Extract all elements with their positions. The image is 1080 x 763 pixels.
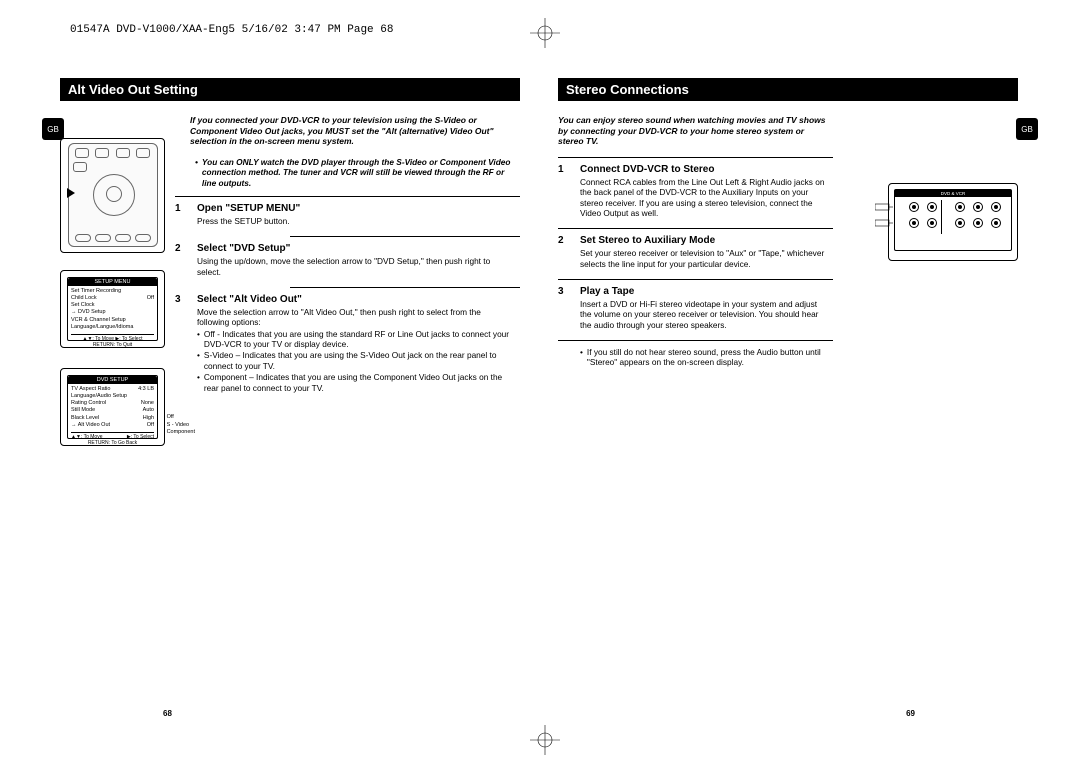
illus-setup-menu: SETUP MENU Set Timer Recording Child Loc… bbox=[60, 270, 165, 348]
rca-plug-icon bbox=[875, 202, 893, 212]
page-number-left: 68 bbox=[163, 709, 172, 718]
step-num: 3 bbox=[558, 286, 570, 330]
page-right: Stereo Connections You can enjoy stereo … bbox=[558, 78, 1018, 718]
step-title: Connect DVD-VCR to Stereo bbox=[580, 164, 827, 175]
illus-rear-panel: DVD & VCR bbox=[888, 183, 1018, 261]
language-tab-right: GB bbox=[1016, 118, 1038, 140]
cropmark-bottom bbox=[530, 725, 560, 755]
step-text: Connect RCA cables from the Line Out Lef… bbox=[580, 177, 827, 218]
menu-header: DVD SETUP bbox=[68, 376, 157, 384]
rca-plug-icon bbox=[875, 218, 893, 228]
step-1: 1 Open "SETUP MENU" Press the SETUP butt… bbox=[175, 203, 520, 226]
step-sub: Off - Indicates that you are using the s… bbox=[204, 329, 514, 350]
divider bbox=[558, 228, 833, 229]
step-3: 3 Play a Tape Insert a DVD or Hi-Fi ster… bbox=[558, 286, 833, 330]
step-2: 2 Set Stereo to Auxiliary Mode Set your … bbox=[558, 235, 833, 269]
left-steps: 1 Open "SETUP MENU" Press the SETUP butt… bbox=[175, 203, 520, 393]
step-num: 1 bbox=[175, 203, 187, 226]
panel-label: DVD & VCR bbox=[895, 190, 1011, 197]
illus-remote bbox=[60, 138, 165, 253]
step-title: Open "SETUP MENU" bbox=[197, 203, 514, 214]
right-title: Stereo Connections bbox=[558, 78, 1018, 101]
step-num: 3 bbox=[175, 294, 187, 393]
step-text: Move the selection arrow to "Alt Video O… bbox=[197, 307, 481, 327]
step-sub: S-Video – Indicates that you are using t… bbox=[204, 350, 514, 371]
step-3: 3 Select "Alt Video Out" Move the select… bbox=[175, 294, 520, 393]
divider bbox=[558, 279, 833, 280]
step-2: 2 Select "DVD Setup" Using the up/down, … bbox=[175, 243, 520, 277]
final-note: •If you still do not hear stereo sound, … bbox=[558, 347, 833, 368]
illus-dvd-setup: DVD SETUP TV Aspect Ratio4:3 LB Language… bbox=[60, 368, 165, 446]
step-num: 1 bbox=[558, 164, 570, 218]
step-num: 2 bbox=[558, 235, 570, 269]
page-number-right: 69 bbox=[906, 709, 915, 718]
page-left: Alt Video Out Setting If you connected y… bbox=[60, 78, 520, 718]
divider bbox=[558, 340, 833, 341]
step-title: Play a Tape bbox=[580, 286, 827, 297]
step-text: Press the SETUP button. bbox=[197, 216, 514, 226]
step-text: Insert a DVD or Hi-Fi stereo videotape i… bbox=[580, 299, 827, 330]
separator bbox=[558, 157, 833, 158]
step-title: Select "Alt Video Out" bbox=[197, 294, 514, 305]
left-intro: If you connected your DVD-VCR to your te… bbox=[190, 115, 520, 147]
left-note-text: You can ONLY watch the DVD player throug… bbox=[202, 157, 514, 188]
cropmark-top bbox=[530, 18, 560, 48]
right-steps: 1 Connect DVD-VCR to Stereo Connect RCA … bbox=[558, 164, 833, 368]
step-text: Set your stereo receiver or television t… bbox=[580, 248, 827, 269]
step-1: 1 Connect DVD-VCR to Stereo Connect RCA … bbox=[558, 164, 833, 218]
separator bbox=[175, 196, 520, 197]
step-num: 2 bbox=[175, 243, 187, 277]
step-text: Using the up/down, move the selection ar… bbox=[197, 256, 514, 277]
step-sub: Component – Indicates that you are using… bbox=[204, 372, 514, 393]
step-title: Select "DVD Setup" bbox=[197, 243, 514, 254]
step-title: Set Stereo to Auxiliary Mode bbox=[580, 235, 827, 246]
divider bbox=[290, 236, 520, 237]
left-title: Alt Video Out Setting bbox=[60, 78, 520, 101]
left-note: •You can ONLY watch the DVD player throu… bbox=[195, 157, 520, 188]
final-text: If you still do not hear stereo sound, p… bbox=[587, 347, 833, 368]
menu-header: SETUP MENU bbox=[68, 278, 157, 286]
divider bbox=[290, 287, 520, 288]
right-intro: You can enjoy stereo sound when watching… bbox=[558, 115, 828, 147]
print-header: 01547A DVD-V1000/XAA-Eng5 5/16/02 3:47 P… bbox=[70, 24, 393, 36]
